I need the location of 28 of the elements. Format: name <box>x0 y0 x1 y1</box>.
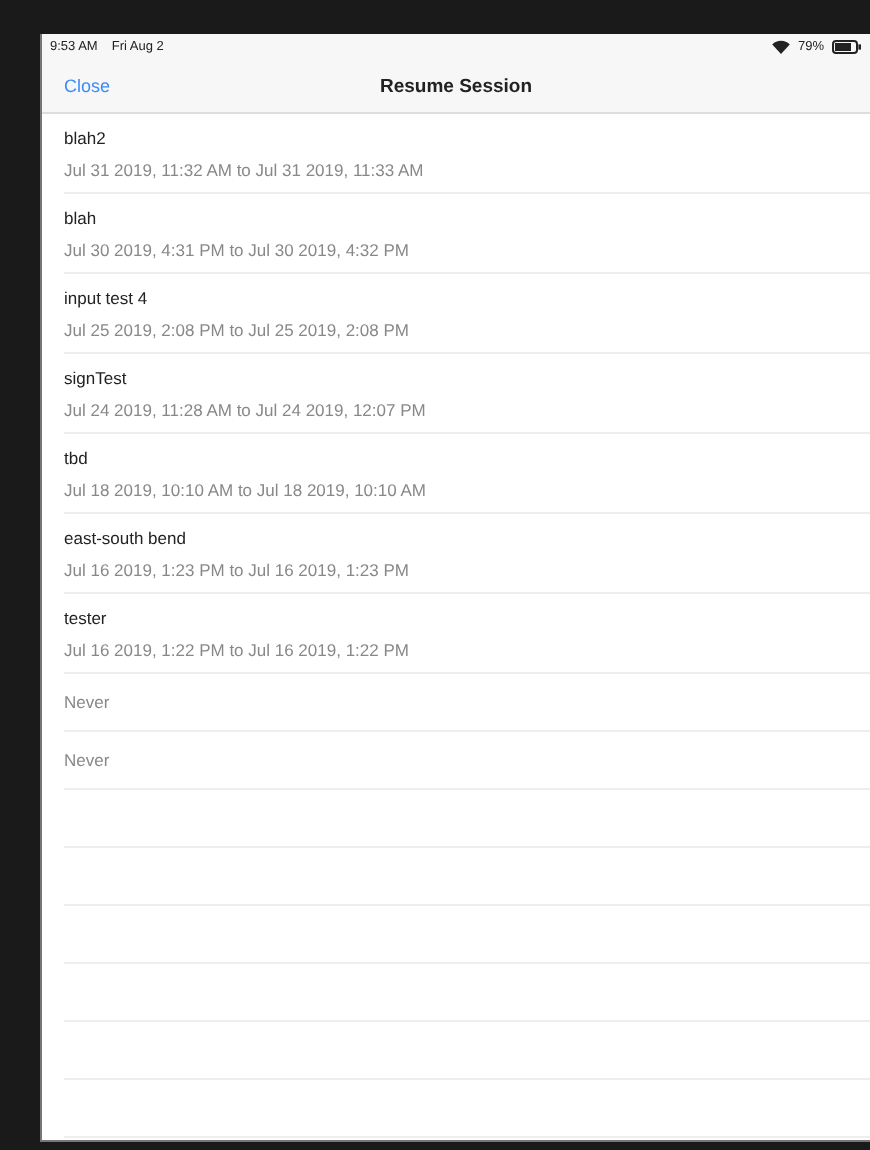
nav-title: Resume Session <box>379 75 533 97</box>
session-row[interactable]: blah Jul 30 2019, 4:31 PM to Jul 30 2019, 4:32 PM <box>64 194 870 274</box>
session-name: blah2 <box>64 127 108 147</box>
session-name: tester <box>64 607 109 627</box>
session-time-range: Jul 16 2019, 1:23 PM to Jul 16 2019, 1:23 PM <box>64 559 411 579</box>
session-time-range: Jul 16 2019, 1:22 PM to Jul 16 2019, 1:22 PM <box>64 639 411 659</box>
session-name: tbd <box>64 447 90 467</box>
battery-icon <box>832 40 862 54</box>
session-time-range: Jul 30 2019, 4:31 PM to Jul 30 2019, 4:32 PM <box>64 239 411 259</box>
session-name: blah <box>64 207 99 227</box>
session-row[interactable]: east-south bend Jul 16 2019, 1:23 PM to Jul 16 2019, 1:23 PM <box>64 514 870 594</box>
session-row[interactable]: tester Jul 16 2019, 1:22 PM to Jul 16 2019, 1:22 PM <box>64 594 870 674</box>
session-row[interactable]: blah2 Jul 31 2019, 11:32 AM to Jul 31 2019, 11:33 AM <box>64 114 870 194</box>
session-name: input test 4 <box>64 287 150 307</box>
session-time-range: Jul 31 2019, 11:32 AM to Jul 31 2019, 11:33 AM <box>64 159 426 179</box>
session-row[interactable]: tbd Jul 18 2019, 10:10 AM to Jul 18 2019, 10:10 AM <box>64 434 870 514</box>
session-name: east-south bend <box>64 527 188 547</box>
wifi-icon <box>771 40 790 54</box>
session-time-range: Never <box>64 750 112 770</box>
session-name: signTest <box>64 367 129 387</box>
session-time-range: Jul 18 2019, 10:10 AM to Jul 18 2019, 10:10 AM <box>64 479 428 499</box>
session-time-range: Never <box>64 692 112 712</box>
session-row[interactable]: Never <box>64 732 870 790</box>
session-time-range: Jul 25 2019, 2:08 PM to Jul 25 2019, 2:08 PM <box>64 319 411 339</box>
session-row[interactable]: input test 4 Jul 25 2019, 2:08 PM to Jul 25 2019, 2:08 PM <box>64 274 870 354</box>
session-row[interactable]: Never <box>64 674 870 732</box>
session-row[interactable]: signTest Jul 24 2019, 11:28 AM to Jul 24 2019, 12:07 PM <box>64 354 870 434</box>
session-time-range: Jul 24 2019, 11:28 AM to Jul 24 2019, 12:07 PM <box>64 399 428 419</box>
